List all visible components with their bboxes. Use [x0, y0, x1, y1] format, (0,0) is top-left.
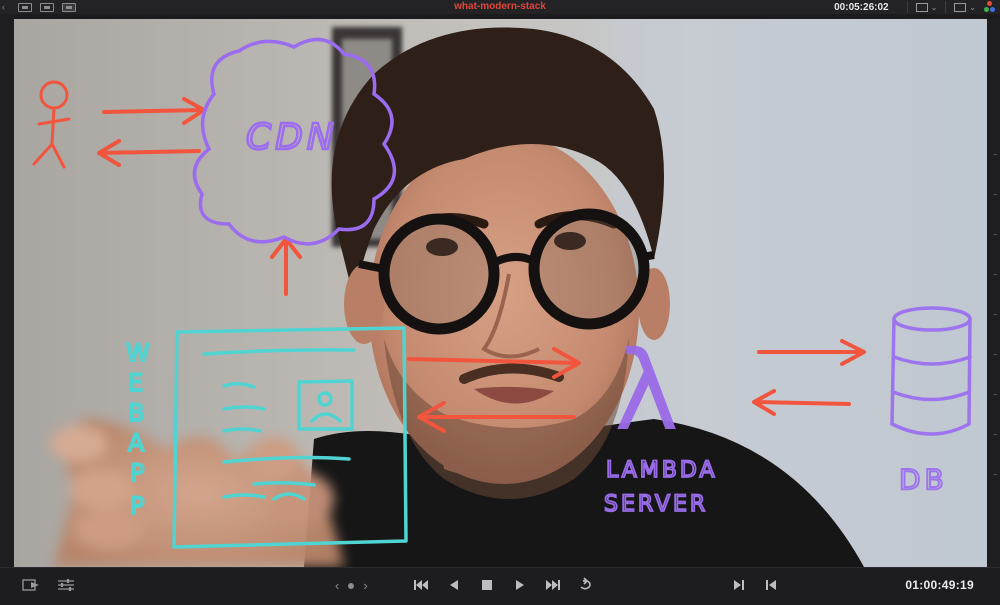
- viewer-mode-icon: [915, 2, 928, 12]
- lambda-label-line2: SERVER: [604, 492, 708, 517]
- webapp-letter: W: [126, 339, 150, 367]
- cdn-label: CDN: [246, 117, 338, 158]
- view-options-icon: [954, 2, 967, 12]
- mark-out-icon[interactable]: [762, 576, 780, 594]
- transport-left-tools: [22, 577, 76, 593]
- viewer-toolbar: ‹ what-modern-stack 00:05:26:02 ⌄ ⌄: [0, 0, 1000, 14]
- chevron-down-icon: ⌄: [969, 2, 976, 12]
- transport-controls: [412, 576, 595, 594]
- view-options-button[interactable]: ⌄: [954, 2, 976, 12]
- left-panel-edge: [0, 14, 14, 567]
- viewer-toolbar-left: ‹: [0, 0, 76, 14]
- lambda-symbol: λ: [614, 327, 679, 455]
- record-timecode[interactable]: 01:00:49:19: [905, 578, 974, 592]
- dual-viewer-icon[interactable]: [40, 2, 54, 12]
- mark-controls: [730, 576, 780, 594]
- chevron-left-icon[interactable]: ‹: [2, 2, 10, 12]
- clip-title[interactable]: what-modern-stack: [454, 1, 546, 12]
- db-label: DB: [899, 463, 948, 496]
- sliders-icon[interactable]: [56, 577, 76, 593]
- color-wheel-icon[interactable]: [984, 1, 996, 13]
- play-reverse-icon[interactable]: [445, 576, 463, 594]
- cinema-viewer-icon[interactable]: [62, 2, 76, 12]
- divider: [945, 1, 947, 13]
- source-timecode[interactable]: 00:05:26:02: [834, 2, 888, 13]
- webapp-letter: B: [128, 399, 144, 427]
- play-mode-icon[interactable]: [22, 577, 42, 593]
- last-frame-icon[interactable]: [544, 576, 562, 594]
- first-frame-icon[interactable]: [412, 576, 430, 594]
- webapp-letter: P: [130, 459, 144, 487]
- current-clip-dot-icon[interactable]: [348, 582, 355, 589]
- viewer-mode-button[interactable]: ⌄: [915, 2, 938, 12]
- lambda-label-line1: LAMBDA: [606, 458, 718, 483]
- right-panel-edge: [988, 19, 1000, 567]
- divider: [906, 1, 908, 13]
- webapp-letter: P: [130, 492, 144, 520]
- stop-icon[interactable]: [478, 576, 496, 594]
- single-viewer-icon[interactable]: [18, 2, 32, 12]
- transport-bar: ‹ › 01:00:49:19: [0, 567, 1000, 605]
- play-icon[interactable]: [511, 576, 529, 594]
- clip-navigation: ‹ ›: [335, 578, 368, 593]
- previous-clip-button[interactable]: ‹: [335, 578, 339, 593]
- webapp-letter: E: [128, 369, 143, 397]
- video-frame: CDN W E B A P P λ LAMBDA SERVER DB: [14, 19, 987, 567]
- chevron-down-icon: ⌄: [930, 2, 938, 12]
- mark-in-icon[interactable]: [730, 576, 748, 594]
- next-clip-button[interactable]: ›: [363, 578, 367, 593]
- video-viewer[interactable]: CDN W E B A P P λ LAMBDA SERVER DB: [14, 19, 987, 567]
- loop-icon[interactable]: [577, 576, 595, 594]
- viewer-toolbar-right: 00:05:26:02 ⌄ ⌄: [834, 0, 996, 14]
- webapp-letter: A: [128, 429, 145, 457]
